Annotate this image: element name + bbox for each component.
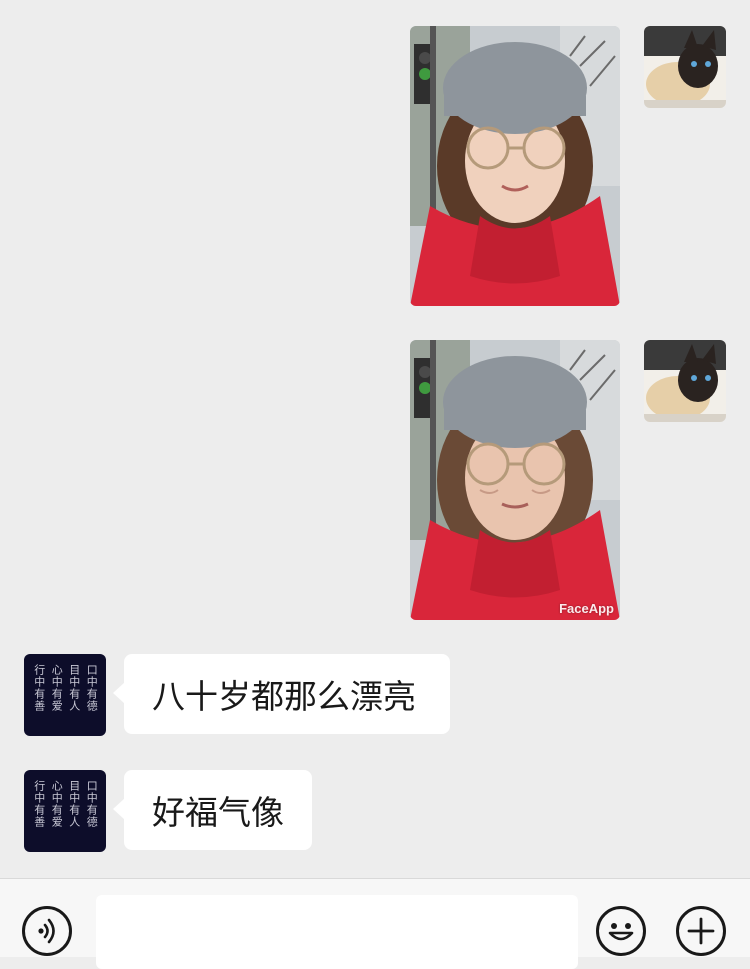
emoji-icon (608, 923, 634, 941)
input-bar (0, 878, 750, 969)
siamese-cat-avatar (644, 340, 726, 422)
plus-icon (687, 917, 715, 945)
message-bubble[interactable]: 好福气像 (113, 770, 312, 850)
message-text: 好福气像 (152, 793, 284, 832)
calligraphy-avatar: 行中有善 心中有爱 目中有人 口中有德 (32, 664, 99, 712)
friend-avatar[interactable]: 行中有善 心中有爱 目中有人 口中有德 (24, 770, 106, 852)
friend-avatar[interactable]: 行中有善 心中有爱 目中有人 口中有德 (24, 654, 106, 736)
chat-area: FaceApp 行中有善 心中有爱 目中有人 口中有德 八十岁都那么漂亮 行中有… (0, 0, 750, 878)
voice-button[interactable] (22, 906, 72, 956)
self-avatar[interactable] (644, 26, 726, 108)
siamese-cat-avatar (644, 26, 726, 108)
faceapp-watermark: FaceApp (559, 601, 614, 616)
portrait-photo (410, 340, 620, 620)
message-input[interactable] (96, 895, 578, 969)
more-button[interactable] (676, 906, 726, 956)
calligraphy-avatar: 行中有善 心中有爱 目中有人 口中有德 (32, 780, 99, 828)
message-bubble[interactable]: 八十岁都那么漂亮 (113, 654, 450, 734)
self-avatar[interactable] (644, 340, 726, 422)
sent-photo-original[interactable] (410, 26, 620, 306)
voice-icon (38, 918, 55, 944)
message-text: 八十岁都那么漂亮 (152, 677, 416, 716)
portrait-photo (410, 26, 620, 306)
sent-photo-aged[interactable]: FaceApp (410, 340, 620, 620)
emoji-button[interactable] (596, 906, 646, 956)
